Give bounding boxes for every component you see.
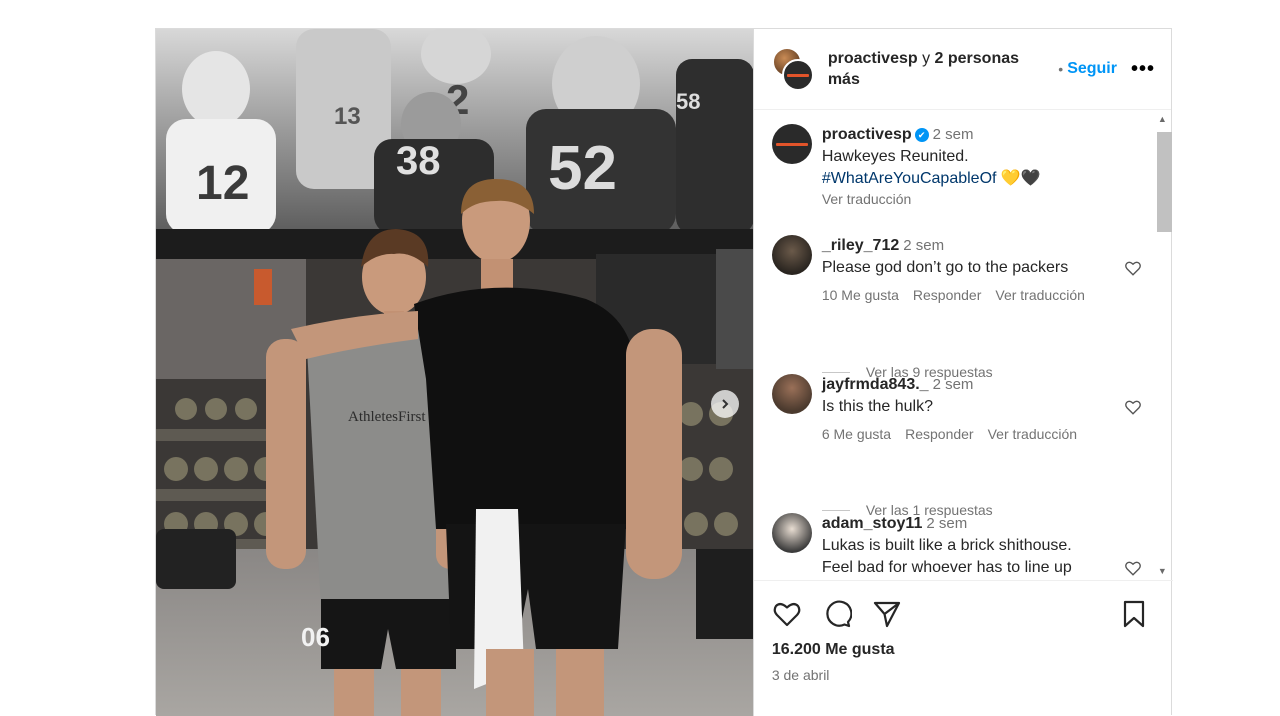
- mural-number: 58: [676, 89, 700, 114]
- caption-time[interactable]: 2 sem: [933, 126, 974, 143]
- hashtag-link[interactable]: #WhatAreYouCapableOf: [822, 170, 997, 187]
- mural-number: 13: [334, 103, 361, 130]
- comment-heart-icon[interactable]: [1124, 259, 1142, 277]
- comments-scrollbar[interactable]: ▲ ▼: [1155, 110, 1172, 580]
- reply-button[interactable]: Responder: [913, 287, 982, 303]
- carousel-next-button[interactable]: [711, 390, 739, 418]
- avatar[interactable]: [771, 513, 812, 553]
- avatar[interactable]: [771, 374, 812, 414]
- more-options-icon[interactable]: •••: [1131, 58, 1155, 81]
- post-authors[interactable]: proactivesp y 2 personas más: [828, 48, 1052, 90]
- comment-time[interactable]: 2 sem: [933, 376, 974, 393]
- comment-item: jayfrmda843._ 2 sem Is this the hulk? 6 M…: [771, 374, 1142, 442]
- scroll-up-arrow-icon[interactable]: ▲: [1158, 114, 1167, 124]
- comment-likes[interactable]: 6 Me gusta: [822, 426, 891, 442]
- separator-dot: •: [1058, 61, 1064, 77]
- comments-list[interactable]: proactivesp ✔ 2 sem Hawkeyes Reunited. #Wh…: [754, 110, 1173, 580]
- post-side-panel: proactivesp y 2 personas más • Seguir ••…: [752, 29, 1173, 716]
- black-heart-emoji: 🖤: [1020, 170, 1041, 187]
- bookmark-icon[interactable]: [1119, 599, 1149, 629]
- mural-number: 52: [548, 134, 617, 203]
- see-translation-link[interactable]: Ver traducción: [988, 426, 1078, 442]
- comment-time[interactable]: 2 sem: [926, 515, 967, 532]
- caption-username[interactable]: proactivesp: [822, 126, 912, 143]
- comment-text: Lukas is built like a brick shithouse.: [821, 537, 1072, 554]
- heart-icon[interactable]: [772, 599, 802, 629]
- post-date[interactable]: 3 de abril: [772, 667, 830, 683]
- comment-item: adam_stoy11 2 sem Lukas is built like a b…: [771, 513, 1142, 579]
- comment-username[interactable]: jayfrmda843._: [822, 376, 929, 393]
- shirt-logo: AthletesFirst: [348, 409, 426, 425]
- comment-username[interactable]: _riley_712: [822, 237, 899, 254]
- collab-avatars[interactable]: [771, 47, 816, 91]
- reply-button[interactable]: Responder: [905, 426, 974, 442]
- comment-text: Please god don’t go to the packers: [821, 259, 1069, 276]
- comment-item: _riley_712 2 sem Please god don’t go to t…: [771, 235, 1142, 303]
- comment-text: Is this the hulk?: [821, 398, 933, 415]
- chevron-right-icon: [722, 399, 729, 409]
- instagram-post: 12 13 2 38 52 58 AthletesFirst 06 proact…: [155, 28, 1173, 716]
- photo-illustration: 12 13 2 38 52 58 AthletesFirst 06: [156, 29, 753, 716]
- comment-icon[interactable]: [822, 599, 852, 629]
- likes-count[interactable]: 16.200 Me gusta: [772, 641, 895, 659]
- comment-likes[interactable]: 10 Me gusta: [822, 287, 899, 303]
- comment-text: Feel bad for whoever has to line up: [821, 559, 1072, 576]
- avatar[interactable]: [771, 235, 812, 275]
- yellow-heart-emoji: 💛: [1000, 170, 1021, 187]
- scrollbar-thumb[interactable]: [1156, 132, 1172, 232]
- post-actions: 16.200 Me gusta 3 de abril: [753, 580, 1173, 716]
- avatar[interactable]: [771, 124, 812, 164]
- caption-text: Hawkeyes Reunited.: [821, 148, 969, 165]
- post-photo[interactable]: 12 13 2 38 52 58 AthletesFirst 06: [156, 29, 753, 716]
- comment-username[interactable]: adam_stoy11: [822, 515, 923, 532]
- comment-heart-icon[interactable]: [1124, 559, 1142, 577]
- comment-heart-icon[interactable]: [1124, 398, 1142, 416]
- scroll-down-arrow-icon[interactable]: ▼: [1158, 566, 1167, 576]
- shorts-number: 06: [301, 622, 330, 652]
- caption: proactivesp ✔ 2 sem Hawkeyes Reunited. #Wh…: [771, 124, 1142, 208]
- avatar: [781, 59, 814, 91]
- see-translation-link[interactable]: Ver traducción: [822, 190, 1041, 208]
- authors-joiner: y: [917, 50, 935, 67]
- mural-number: 38: [396, 139, 441, 183]
- comment-time[interactable]: 2 sem: [903, 237, 944, 254]
- mural-number: 12: [196, 157, 249, 210]
- see-translation-link[interactable]: Ver traducción: [995, 287, 1085, 303]
- author-username[interactable]: proactivesp: [828, 50, 918, 67]
- follow-button[interactable]: Seguir: [1067, 60, 1117, 78]
- send-icon[interactable]: [872, 599, 902, 629]
- verified-badge-icon: ✔: [914, 128, 929, 142]
- post-header: proactivesp y 2 personas más • Seguir ••…: [753, 29, 1171, 110]
